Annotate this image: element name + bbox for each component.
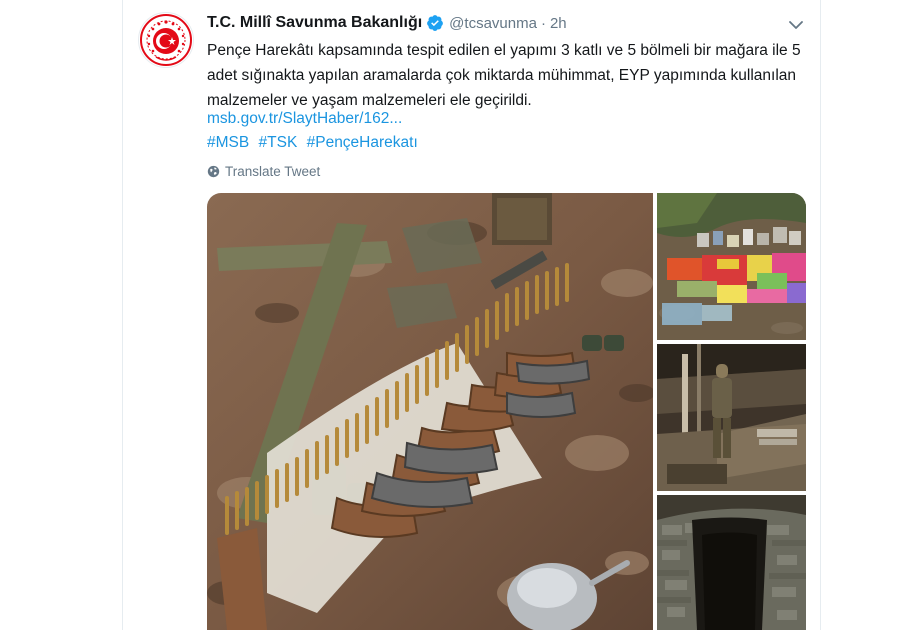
tweet-header: T.C. Millî Savunma Bakanlığı @tcsavunma … <box>207 12 567 34</box>
photo-cave-supplies[interactable] <box>657 193 806 340</box>
globe-icon <box>207 165 220 177</box>
tweet-link[interactable]: msb.gov.tr/SlaytHaber/162... <box>207 108 402 130</box>
hashtag-msb[interactable]: #MSB <box>207 134 249 151</box>
verified-badge-icon <box>426 14 444 32</box>
photo-ammunition[interactable] <box>207 193 653 630</box>
translate-tweet-button[interactable]: Translate Tweet <box>207 162 320 180</box>
separator-dot: · <box>540 14 546 32</box>
tweet-timestamp[interactable]: 2h <box>550 15 567 32</box>
timeline-left-border <box>122 0 123 630</box>
hashtag-pence-harekati[interactable]: #PençeHarekatı <box>307 134 418 151</box>
author-handle[interactable]: @tcsavunma <box>449 15 537 32</box>
ministry-seal-icon <box>140 14 192 66</box>
avatar[interactable] <box>138 12 194 68</box>
chevron-down-icon[interactable] <box>786 15 806 35</box>
hashtag-list: #MSB #TSK #PençeHarekatı <box>207 132 423 154</box>
photo-cave-entrance[interactable] <box>657 495 806 630</box>
photo-shelter-interior[interactable] <box>657 344 806 491</box>
translate-tweet-label: Translate Tweet <box>225 163 321 179</box>
tweet-media-grid <box>207 193 806 630</box>
timeline-right-border <box>820 0 821 630</box>
tweet-text: Pençe Harekâtı kapsamında tespit edilen … <box>207 42 801 109</box>
author-name[interactable]: T.C. Millî Savunma Bakanlığı <box>207 14 422 32</box>
hashtag-tsk[interactable]: #TSK <box>259 134 298 151</box>
